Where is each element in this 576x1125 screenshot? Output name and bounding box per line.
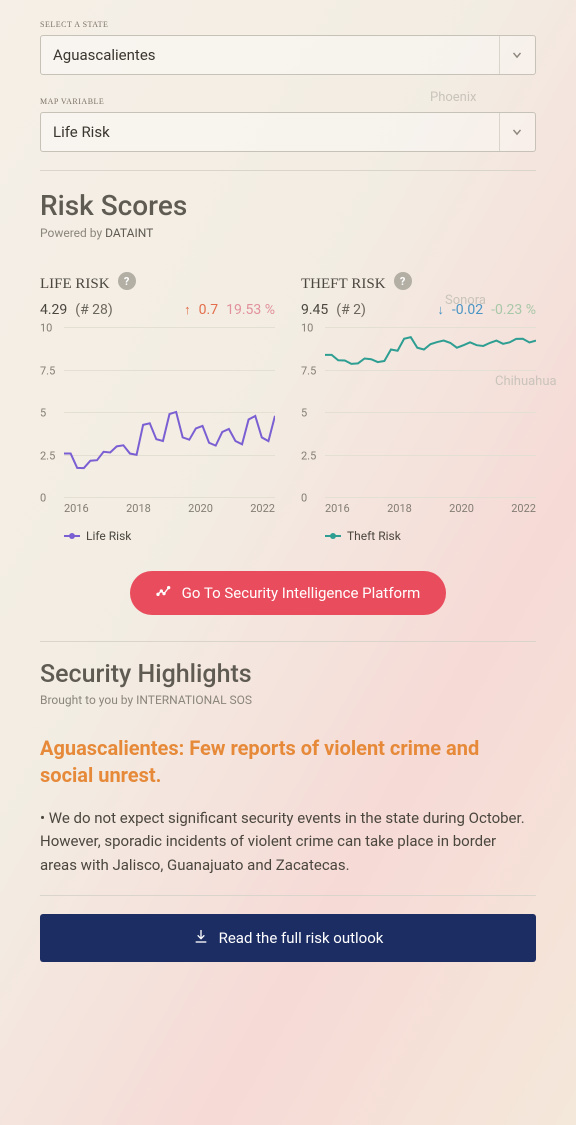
go-to-platform-button[interactable]: Go To Security Intelligence Platform xyxy=(130,571,447,615)
y-tick: 2.5 xyxy=(40,449,55,462)
legend-swatch xyxy=(325,535,341,537)
life-risk-sparkline xyxy=(64,328,275,507)
read-outlook-button[interactable]: Read the full risk outlook xyxy=(40,914,536,962)
life-risk-panel: Life Risk ? 4.29 (# 28) ↑ 0.7 19.53 % 10… xyxy=(40,268,275,543)
help-icon[interactable]: ? xyxy=(394,272,412,290)
y-tick: 5 xyxy=(301,407,307,420)
risk-scores-title: Risk Scores xyxy=(40,189,536,222)
chevron-down-icon xyxy=(499,113,533,151)
theft-risk-chart: 10 7.5 5 2.5 0 xyxy=(301,328,536,498)
chevron-down-icon xyxy=(499,36,533,74)
cta-label: Go To Security Intelligence Platform xyxy=(182,584,421,602)
select-state-dropdown[interactable]: Aguascalientes xyxy=(40,35,536,75)
y-tick: 2.5 xyxy=(301,449,316,462)
arrow-down-icon: ↓ xyxy=(437,302,444,318)
y-tick: 10 xyxy=(301,322,313,335)
highlight-body: • We do not expect significant security … xyxy=(40,807,536,877)
life-risk-value: 4.29 xyxy=(40,302,67,318)
legend-label: Theft Risk xyxy=(347,529,401,543)
map-variable-dropdown[interactable]: Life Risk xyxy=(40,112,536,152)
brand-intl-sos: INTERNATIONAL SOS xyxy=(136,693,252,707)
theft-risk-rank: (# 2) xyxy=(336,302,366,318)
y-tick: 0 xyxy=(301,492,307,505)
life-risk-rank: (# 28) xyxy=(75,302,113,318)
theft-risk-pct: -0.23 % xyxy=(491,302,536,318)
chart-icon xyxy=(156,583,172,603)
divider xyxy=(40,170,536,171)
powered-by: Powered by DATAINT xyxy=(40,226,536,240)
download-icon xyxy=(193,928,209,948)
brand-dataint: DATAINT xyxy=(105,226,153,240)
select-state-value: Aguascalientes xyxy=(53,46,156,64)
brought-by: Brought to you by INTERNATIONAL SOS xyxy=(40,693,536,707)
life-risk-chart: 10 7.5 5 2.5 0 xyxy=(40,328,275,498)
help-icon[interactable]: ? xyxy=(118,272,136,290)
legend-label: Life Risk xyxy=(86,529,131,543)
highlight-headline: Aguascalientes: Few reports of violent c… xyxy=(40,735,536,789)
map-variable-label: MAP VARIABLE xyxy=(40,93,536,108)
arrow-up-icon: ↑ xyxy=(184,302,191,318)
theft-risk-sparkline xyxy=(325,328,536,507)
y-tick: 7.5 xyxy=(301,364,316,377)
theft-risk-delta: -0.02 xyxy=(452,302,483,318)
life-risk-pct: 19.53 % xyxy=(226,302,275,318)
y-tick: 5 xyxy=(40,407,46,420)
outlook-label: Read the full risk outlook xyxy=(219,929,384,947)
security-highlights-title: Security Highlights xyxy=(40,660,536,689)
theft-risk-title: Theft Risk xyxy=(301,268,386,294)
y-tick: 10 xyxy=(40,322,52,335)
map-variable-value: Life Risk xyxy=(53,123,110,141)
life-risk-delta: 0.7 xyxy=(199,302,218,318)
y-tick: 7.5 xyxy=(40,364,55,377)
legend-swatch xyxy=(64,535,80,537)
y-tick: 0 xyxy=(40,492,46,505)
theft-risk-panel: Theft Risk ? 9.45 (# 2) ↓ -0.02 -0.23 % … xyxy=(301,268,536,543)
select-state-label: SELECT A STATE xyxy=(40,16,536,31)
theft-risk-value: 9.45 xyxy=(301,302,328,318)
divider xyxy=(40,641,536,642)
life-risk-title: Life Risk xyxy=(40,268,110,294)
divider xyxy=(40,895,536,896)
